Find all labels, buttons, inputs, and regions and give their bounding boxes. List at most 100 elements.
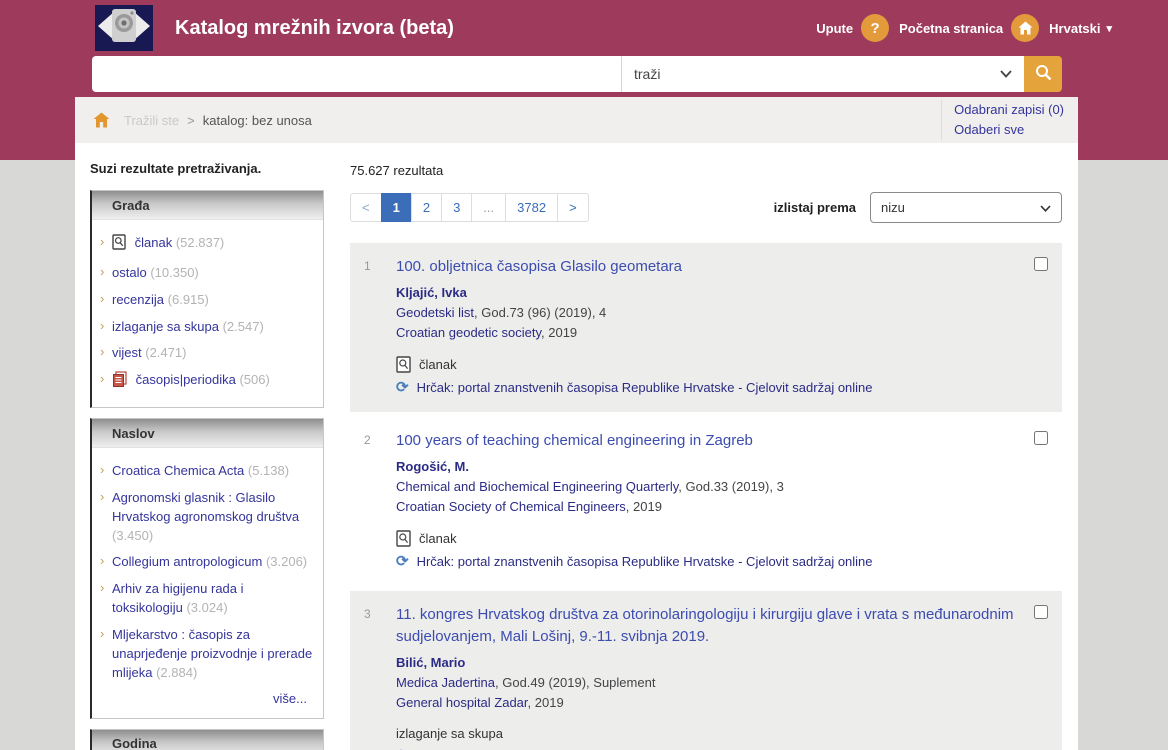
home-icon[interactable]	[1011, 14, 1039, 42]
result-publisher-link[interactable]: General hospital Zadar	[396, 695, 528, 710]
chevron-down-icon[interactable]: ▾	[1106, 22, 1112, 35]
chevron-right-icon: ›	[100, 488, 104, 507]
result-checkbox[interactable]	[1034, 605, 1048, 619]
facet-item-recenzija[interactable]: › recenzija (6.915)	[98, 287, 315, 314]
facet-item-agronomski[interactable]: › Agronomski glasnik : Glasilo Hrvatskog…	[98, 485, 315, 550]
page-prev-button[interactable]: <	[350, 193, 382, 222]
facet-item-mljekarstvo[interactable]: › Mljekarstvo : časopis za unaprjeđenje …	[98, 622, 315, 687]
facet-item-vijest[interactable]: › vijest (2.471)	[98, 340, 315, 367]
result-source-rest: , God.73 (96) (2019), 4	[474, 305, 606, 320]
filter-sidebar: Suzi rezultate pretraživanja. Građa › čl…	[75, 143, 330, 750]
facet-link[interactable]: vijest	[112, 345, 142, 360]
facet-link[interactable]: časopis|periodika	[136, 372, 236, 387]
page-2-button[interactable]: 2	[411, 193, 442, 222]
result-source-rest: , God.49 (2019), Suplement	[495, 675, 655, 690]
facet-link[interactable]: Agronomski glasnik : Glasilo Hrvatskog a…	[112, 490, 299, 524]
sort-value: nizu	[881, 200, 1040, 215]
facet-item-clanak[interactable]: › članak (52.837)	[98, 230, 315, 260]
result-author-link[interactable]: Kljajić, Ivka	[396, 285, 467, 300]
result-source-link[interactable]: Geodetski list	[396, 305, 474, 320]
help-link[interactable]: Upute	[816, 21, 853, 36]
facet-item-casopis[interactable]: › časopis|periodika (506)	[98, 367, 315, 397]
facet-count: (3.024)	[186, 600, 227, 615]
facet-count: (10.350)	[150, 265, 198, 280]
result-title-link[interactable]: 100 years of teaching chemical engineeri…	[396, 430, 753, 452]
result-type-label: članak	[419, 357, 457, 372]
library-logo-icon[interactable]	[95, 5, 153, 51]
facet-link[interactable]: Croatica Chemica Acta	[112, 463, 244, 478]
facet-item-arhiv[interactable]: › Arhiv za higijenu rada i toksikologiju…	[98, 576, 315, 622]
help-icon[interactable]: ?	[861, 14, 889, 42]
results-count: 75.627 rezultata	[350, 163, 1062, 178]
result-checkbox[interactable]	[1034, 257, 1048, 271]
facet-header: Godina	[92, 730, 323, 750]
availability-link[interactable]: Hrčak: portal znanstvenih časopisa Repub…	[417, 554, 873, 569]
search-field-select[interactable]: traži	[622, 56, 1024, 92]
result-source-link[interactable]: Medica Jadertina	[396, 675, 495, 690]
search-field-value: traži	[634, 66, 1000, 82]
facet-count: (3.450)	[112, 528, 153, 543]
chevron-right-icon: ›	[100, 343, 104, 362]
facet-link[interactable]: izlaganje sa skupa	[112, 319, 219, 334]
result-source-rest: , God.33 (2019), 3	[678, 479, 784, 494]
result-publisher-link[interactable]: Croatian geodetic society	[396, 325, 541, 340]
result-publisher-rest: , 2019	[626, 499, 662, 514]
result-author-link[interactable]: Bilić, Mario	[396, 655, 465, 670]
language-selector[interactable]: Hrvatski	[1049, 21, 1100, 36]
search-input[interactable]	[92, 56, 622, 92]
selection-links: Odabrani zapisi (0) Odaberi sve	[941, 100, 1064, 140]
sort-select[interactable]: nizu	[870, 192, 1062, 223]
facet-box-godina: Godina › 2020 (702) › 2019 (2.710) ›	[90, 729, 324, 750]
page-3-button[interactable]: 3	[441, 193, 472, 222]
availability-link[interactable]: Hrčak: portal znanstvenih časopisa Repub…	[417, 380, 873, 395]
home-link[interactable]: Početna stranica	[899, 21, 1003, 36]
result-title-link[interactable]: 100. obljetnica časopisa Glasilo geometa…	[396, 256, 682, 278]
facet-link[interactable]: ostalo	[112, 265, 147, 280]
hrcak-sync-icon: ⟳	[396, 746, 409, 750]
page-1-button[interactable]: 1	[381, 193, 412, 222]
breadcrumb-current: katalog: bez unosa	[203, 113, 312, 128]
breadcrumb-home-icon[interactable]	[93, 112, 110, 128]
facet-header: Građa	[92, 191, 323, 220]
chevron-right-icon: ›	[100, 461, 104, 480]
result-author-link[interactable]: Rogošić, M.	[396, 459, 469, 474]
breadcrumb-trail-label: Tražili ste	[124, 113, 179, 128]
facet-count: (52.837)	[176, 235, 224, 250]
facet-item-izlaganje[interactable]: › izlaganje sa skupa (2.547)	[98, 314, 315, 341]
result-type-label: članak	[419, 531, 457, 546]
article-search-icon	[112, 234, 126, 256]
result-title-link[interactable]: 11. kongres Hrvatskog društva za otorino…	[396, 604, 1022, 648]
facet-link[interactable]: recenzija	[112, 292, 164, 307]
selected-records-link[interactable]: Odabrani zapisi (0)	[954, 100, 1064, 120]
facet-count: (2.471)	[145, 345, 186, 360]
page-next-button[interactable]: >	[557, 193, 589, 222]
page-last-button[interactable]: 3782	[505, 193, 558, 222]
facet-item-croatica[interactable]: › Croatica Chemica Acta (5.138)	[98, 458, 315, 485]
select-all-link[interactable]: Odaberi sve	[954, 120, 1064, 140]
result-source-link[interactable]: Chemical and Biochemical Engineering Qua…	[396, 479, 678, 494]
facet-link[interactable]: Collegium antropologicum	[112, 554, 262, 569]
result-checkbox[interactable]	[1034, 431, 1048, 445]
hrcak-sync-icon: ⟳	[396, 552, 409, 570]
chevron-right-icon: ›	[100, 370, 104, 389]
facet-count: (3.206)	[266, 554, 307, 569]
result-number: 1	[364, 259, 371, 273]
chevron-down-icon	[1000, 67, 1012, 81]
header: Katalog mrežnih izvora (beta) Upute ? Po…	[95, 4, 1112, 52]
facet-link[interactable]: članak	[135, 235, 173, 250]
result-number: 2	[364, 433, 371, 447]
more-link[interactable]: više...	[98, 687, 315, 708]
facet-item-collegium[interactable]: › Collegium antropologicum (3.206)	[98, 549, 315, 576]
facet-item-ostalo[interactable]: › ostalo (10.350)	[98, 260, 315, 287]
chevron-right-icon: ›	[100, 625, 104, 644]
facet-header-label: Naslov	[92, 426, 155, 441]
content-panel: Tražili ste > katalog: bez unosa Odabran…	[75, 97, 1078, 750]
result-publisher-link[interactable]: Croatian Society of Chemical Engineers	[396, 499, 626, 514]
facet-box-naslov: Naslov › Croatica Chemica Acta (5.138) ›…	[90, 418, 324, 718]
result-row: 3 11. kongres Hrvatskog društva za otori…	[350, 591, 1062, 750]
sort-label: izlistaj prema	[774, 200, 856, 215]
facet-link[interactable]: Mljekarstvo : časopis za unaprjeđenje pr…	[112, 627, 312, 680]
search-button[interactable]	[1024, 56, 1062, 92]
chevron-right-icon: ›	[100, 317, 104, 336]
results-area: 75.627 rezultata < 1 2 3 ... 3782 > izli…	[330, 143, 1078, 750]
